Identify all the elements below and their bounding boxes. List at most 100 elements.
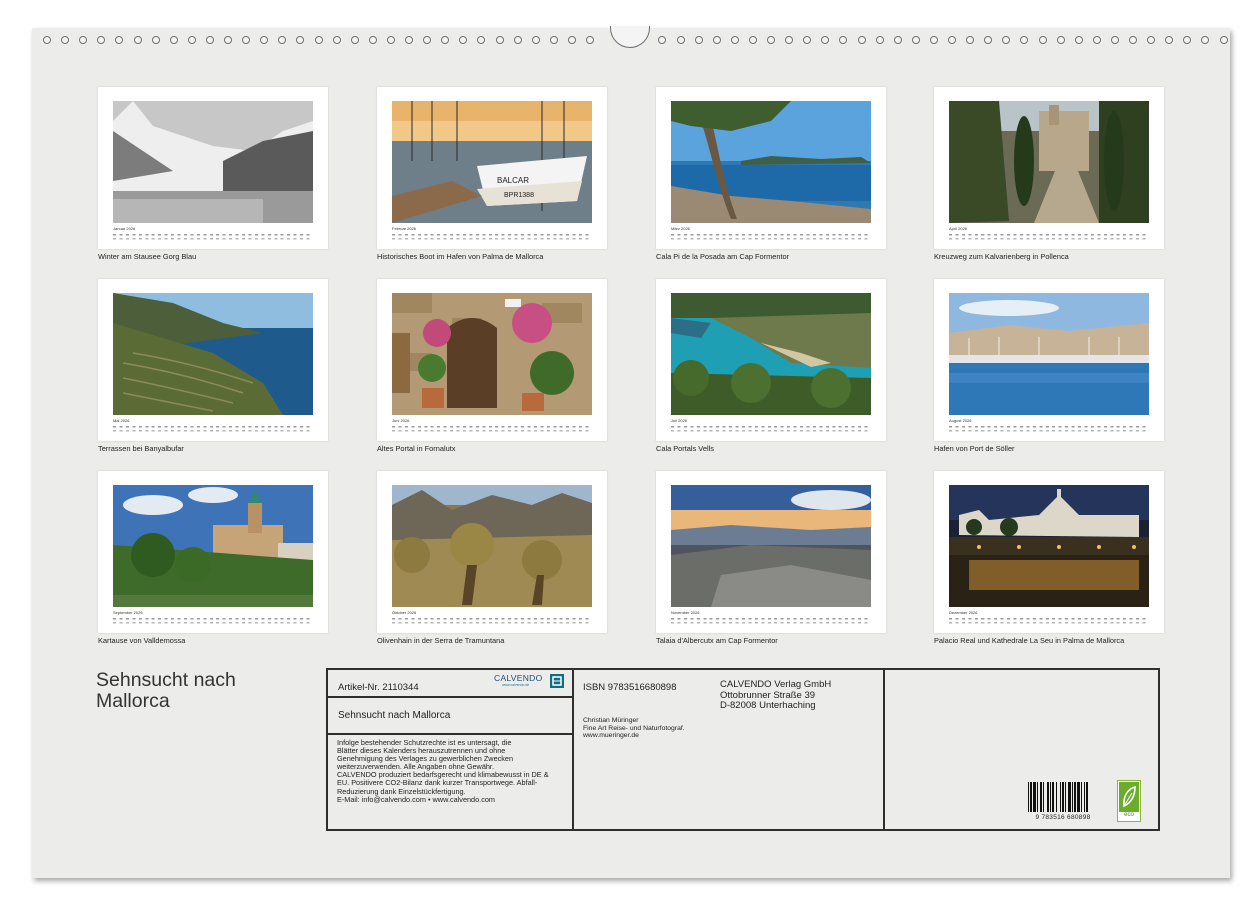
day-grid <box>113 617 313 626</box>
binding-hole <box>1201 36 1210 44</box>
binding-hole <box>893 36 902 44</box>
binding-hole <box>929 36 938 44</box>
month-august: August 2026 Hafen von Port de Söller <box>934 279 1164 453</box>
binding-hole <box>441 36 450 44</box>
month-label: Dezember 2026 <box>949 610 978 615</box>
month-card: BALCAR BPR1388 Februar 2026 <box>377 87 607 249</box>
month-card: September 2026 <box>98 471 328 633</box>
month-january: Januar 2026 Winter am Stausee Gorg Blau <box>98 87 328 261</box>
photo-caption: Winter am Stausee Gorg Blau <box>98 252 197 261</box>
barcode-bar <box>1037 782 1038 812</box>
binding-hole <box>133 36 142 44</box>
isbn: ISBN 9783516680898 <box>583 682 677 693</box>
divider <box>328 696 572 698</box>
month-card: August 2026 <box>934 279 1164 441</box>
photo-caption: Kartause von Valldemossa <box>98 636 186 645</box>
binding-hole <box>224 36 232 44</box>
month-february: BALCAR BPR1388 Februar 2026 Historisches… <box>377 87 607 261</box>
calendar-title: Sehnsucht nach Mallorca <box>96 669 236 712</box>
binding-hole <box>477 36 486 44</box>
photo-caption: Historisches Boot im Hafen von Palma de … <box>377 252 544 261</box>
barcode-bar <box>1040 782 1042 812</box>
binding-hole <box>694 36 703 44</box>
barcode-bar <box>1072 782 1073 812</box>
author-line: www.mueringer.de <box>583 732 639 740</box>
photo-caption: Talaia d'Albercutx am Cap Formentor <box>656 636 778 645</box>
month-label: Januar 2026 <box>113 226 136 231</box>
barcode: 9 783516 680898 <box>1026 782 1100 822</box>
month-photo <box>671 293 871 415</box>
month-label: Mai 2026 <box>113 418 130 423</box>
binding-hole <box>1074 36 1083 44</box>
binding-hole <box>296 36 305 44</box>
binding-hole <box>1002 36 1011 44</box>
binding-hole <box>423 36 432 44</box>
article-number: Artikel-Nr. 2110344 <box>338 682 419 693</box>
imprint-box: Artikel-Nr. 2110344 CALVENDO www.calvend… <box>326 668 1160 831</box>
binding-hole <box>43 36 51 44</box>
day-grid <box>949 233 1149 242</box>
barcode-bar <box>1028 782 1029 812</box>
publisher-line: D-82008 Unterhaching <box>720 700 816 711</box>
photo-caption: Altes Portal in Fornalutx <box>377 444 456 453</box>
month-july: Juli 2026 Cala Portals Vells <box>656 279 886 453</box>
author-info: Christian Müringer Fine Art Reise- und N… <box>583 717 685 740</box>
barcode-bar <box>1065 782 1066 812</box>
month-photo <box>949 293 1149 415</box>
binding-hole <box>205 36 214 44</box>
barcode-bars <box>1028 782 1088 812</box>
month-card: März 2026 <box>656 87 886 249</box>
barcode-bar <box>1077 782 1080 812</box>
day-grid <box>949 425 1149 434</box>
barcode-bar <box>1043 782 1044 812</box>
month-june: Juni 2026 Altes Portal in Fornalutx <box>377 279 607 453</box>
calvendo-logo-icon <box>550 674 564 688</box>
binding-hole <box>151 36 160 44</box>
binding-hole <box>531 36 540 44</box>
barcode-bar <box>1081 782 1082 812</box>
binding-hole <box>368 36 377 44</box>
month-photo <box>949 485 1149 607</box>
leaf-icon <box>1119 782 1139 812</box>
barcode-bar <box>1062 782 1064 812</box>
month-october: Oktober 2026 Olivenhain in der Serra de … <box>377 471 607 645</box>
day-grid <box>671 233 871 242</box>
day-grid <box>113 425 313 434</box>
legal-notice: Infolge bestehender Schutzrechte ist es … <box>337 738 573 804</box>
binding-hole <box>169 36 178 44</box>
month-photo: BALCAR BPR1388 <box>392 101 592 223</box>
barcode-bar <box>1050 782 1051 812</box>
photo-caption: Kreuzweg zum Kalvarienberg in Pollenca <box>934 252 1069 261</box>
month-label: Juni 2026 <box>392 418 410 423</box>
binding-hole <box>803 36 812 44</box>
svg-text:BPR1388: BPR1388 <box>504 192 534 199</box>
binding-hole <box>712 36 721 44</box>
binding-hole <box>386 36 395 44</box>
binding-hole <box>586 36 594 44</box>
publisher-line: CALVENDO Verlag GmbH <box>720 679 832 690</box>
binding-hole <box>966 36 975 44</box>
binding-hole <box>332 36 341 44</box>
binding-hole <box>314 36 323 44</box>
binding-hole <box>658 36 667 44</box>
month-card: Mai 2026 <box>98 279 328 441</box>
binding-hole <box>549 36 558 44</box>
month-label: Juli 2026 <box>671 418 688 423</box>
binding-hole <box>97 36 106 44</box>
day-grid <box>392 425 592 434</box>
month-photo <box>392 485 592 607</box>
barcode-bar <box>1030 782 1032 812</box>
day-grid <box>392 617 592 626</box>
binding-hole <box>513 36 522 44</box>
binding-hole <box>459 36 468 44</box>
binding-hole <box>1056 36 1065 44</box>
binding-hole <box>242 36 251 44</box>
month-september: September 2026 Kartause von Valldemossa <box>98 471 328 645</box>
binding-hole <box>785 36 794 44</box>
spiral-binding <box>32 26 1230 52</box>
binding-hole <box>1092 36 1101 44</box>
binding-hole <box>1038 36 1047 44</box>
barcode-bar <box>1033 782 1036 812</box>
day-grid <box>671 425 871 434</box>
divider <box>328 733 572 735</box>
